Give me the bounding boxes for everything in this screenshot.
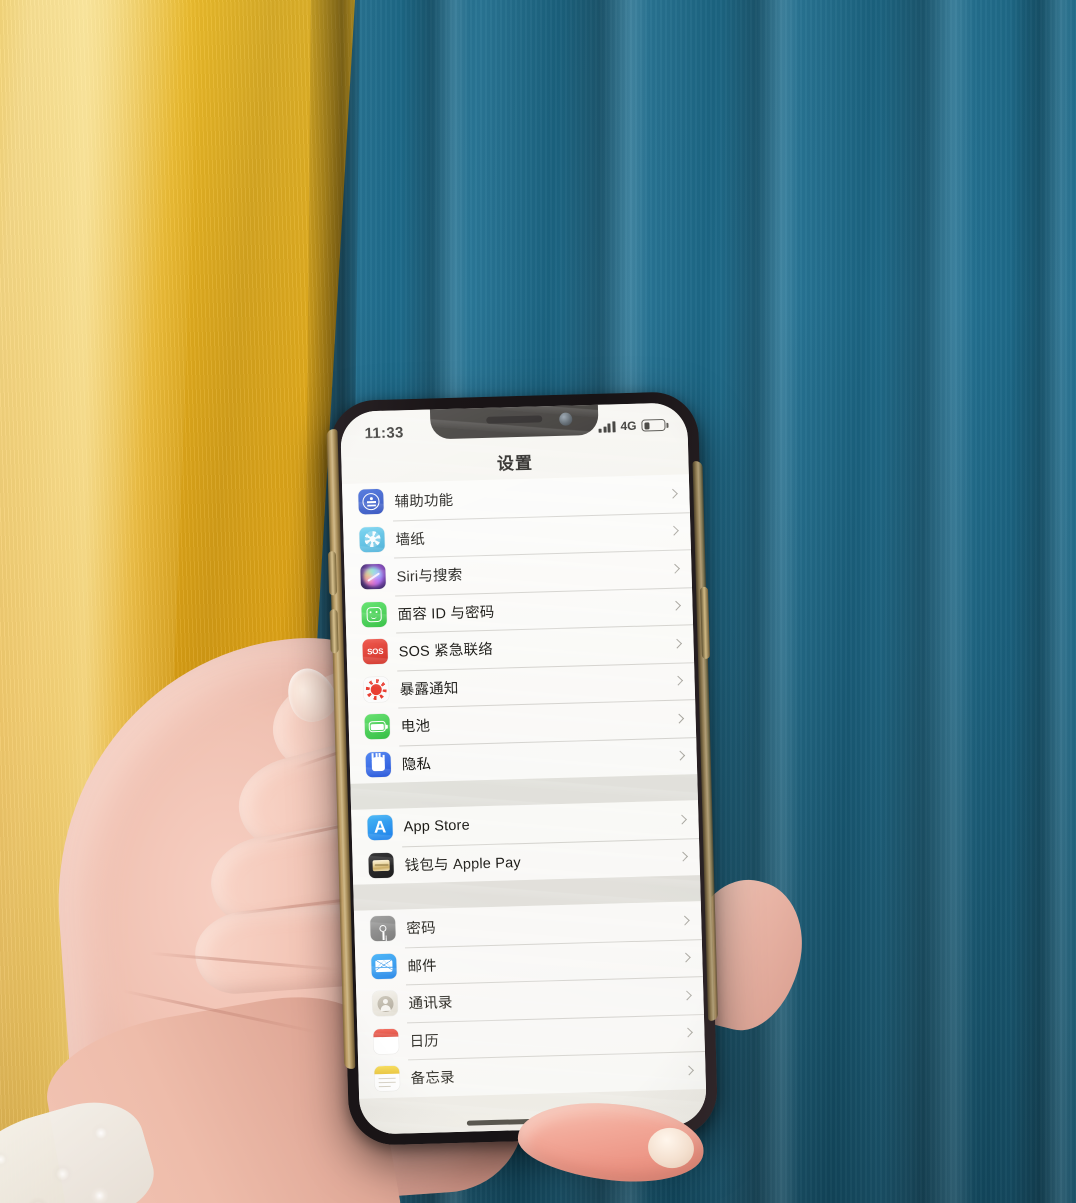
wallpaper-icon [359,526,385,553]
chevron-right-icon [678,851,688,862]
notch [429,402,599,440]
front-camera-icon [558,412,572,426]
calendar-icon-text [373,1036,398,1054]
chevron-right-icon [667,488,678,499]
settings-group: A App Store 钱包与 Apple Pay [351,800,701,885]
chevron-right-icon [674,713,685,724]
row-label: 钱包与 Apple Pay [404,854,522,875]
app-store-icon-text: A [373,817,387,837]
phone-screen: 11:33 4G 设置 辅助功能 墙纸 Siri与搜索 面容 ID 与密码 SO… [339,402,708,1135]
row-label: SOS 紧急联络 [398,642,494,661]
exposure-notification-icon [363,676,390,703]
chevron-right-icon [681,990,692,1001]
row-label: 日历 [409,1033,440,1051]
earpiece-speaker-icon [485,415,542,424]
chevron-right-icon [671,600,681,611]
face-id-icon [361,601,387,628]
row-label: 电池 [400,718,431,736]
volume-up-button[interactable] [327,551,338,596]
row-label: App Store [403,817,471,836]
settings-list[interactable]: 辅助功能 墙纸 Siri与搜索 面容 ID 与密码 SOS SOS 紧急联络 暴… [341,474,707,1134]
row-label: 通讯录 [408,995,453,1013]
chevron-right-icon [668,526,679,536]
row-label: 墙纸 [395,531,426,549]
chevron-right-icon [672,638,683,649]
row-label: 辅助功能 [394,493,454,511]
privacy-hand-icon [365,751,392,778]
row-label: Siri与搜索 [396,567,463,586]
notes-icon [374,1065,400,1092]
row-label: 邮件 [407,958,438,976]
cellular-bars-icon [598,420,616,433]
chevron-right-icon [670,563,680,574]
contacts-icon [372,990,398,1017]
sos-icon-text: SOS [367,647,384,657]
network-type-label: 4G [620,418,637,434]
battery-settings-icon [364,713,391,740]
accessibility-icon [358,489,384,515]
photo-scene: 11:33 4G 设置 辅助功能 墙纸 Siri与搜索 面容 ID 与密码 SO… [0,0,1076,1203]
row-label: 隐私 [401,756,432,774]
sos-icon: SOS [362,639,389,665]
row-label: 备忘录 [410,1070,455,1088]
chevron-right-icon [673,675,684,686]
row-label: 面容 ID 与密码 [397,604,495,624]
status-time: 11:33 [364,423,404,442]
chevron-right-icon [680,952,691,963]
settings-group: 辅助功能 墙纸 Siri与搜索 面容 ID 与密码 SOS SOS 紧急联络 暴… [341,474,698,784]
chevron-right-icon [682,1027,693,1038]
row-label: 暴露通知 [399,680,459,699]
volume-down-button[interactable] [329,609,339,654]
chevron-right-icon [684,1065,694,1076]
battery-icon [641,418,666,432]
mail-icon [371,953,397,980]
siri-icon [360,564,386,590]
settings-group: 密码 邮件 通讯录 日历 备忘录 [353,901,707,1099]
passwords-key-icon [370,915,396,942]
calendar-icon [373,1028,399,1055]
status-indicators: 4G [598,418,666,434]
chevron-right-icon [679,915,690,926]
iphone-device: 11:33 4G 设置 辅助功能 墙纸 Siri与搜索 面容 ID 与密码 SO… [326,390,719,1147]
chevron-right-icon [675,750,686,761]
chevron-right-icon [677,814,687,825]
wallet-icon [368,852,394,879]
app-store-icon: A [367,814,393,841]
row-label: 密码 [406,920,437,938]
